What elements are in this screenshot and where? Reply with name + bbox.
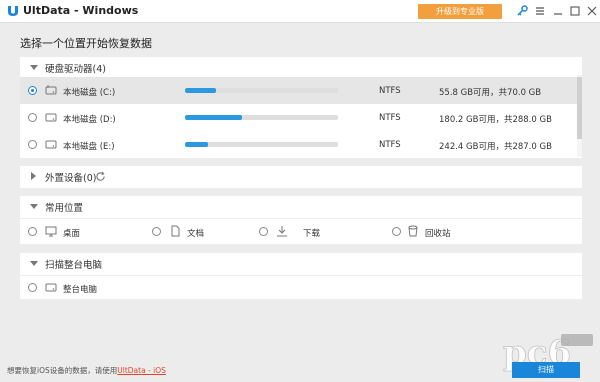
- title-bar: UltData - Windows 升级到专业版: [0, 0, 600, 23]
- disk-filesystem: NTFS: [379, 113, 401, 123]
- close-icon[interactable]: [585, 4, 599, 18]
- disk-filesystem: NTFS: [379, 86, 401, 96]
- footer-hint: 想要恢复iOS设备的数据，请使用UltData - iOS: [7, 365, 166, 376]
- hard-disk-icon: [45, 113, 57, 122]
- common-locations-header[interactable]: 常用位置: [20, 196, 582, 218]
- ios-link[interactable]: UltData - iOS: [117, 366, 166, 375]
- location-label: 下载: [303, 229, 321, 239]
- location-label: 回收站: [425, 229, 451, 239]
- location-label: 整台电脑: [63, 285, 98, 295]
- scrollbar[interactable]: [577, 75, 582, 157]
- section-title: 扫描整台电脑: [45, 260, 103, 271]
- document-icon: [171, 225, 180, 237]
- footer-text: 想要恢复iOS设备的数据，请使用: [7, 366, 118, 375]
- radio-disk-d[interactable]: [28, 113, 37, 122]
- app-title: UltData - Windows: [23, 4, 139, 17]
- scan-button[interactable]: 扫描: [512, 362, 580, 378]
- collapse-arrow-icon[interactable]: [30, 261, 38, 266]
- disk-name: 本地磁盘 (D:): [63, 115, 116, 125]
- disk-name: 本地磁盘 (E:): [63, 142, 115, 152]
- radio-disk-e[interactable]: [28, 140, 37, 149]
- collapse-arrow-icon[interactable]: [30, 65, 38, 70]
- disk-usage-bar: [185, 142, 338, 147]
- monitor-icon: [45, 226, 57, 237]
- download-icon: [277, 226, 287, 237]
- disk-size: 242.4 GB可用，共287.0 GB: [439, 142, 552, 152]
- external-devices-header[interactable]: 外置设备(0): [20, 166, 582, 188]
- minimize-icon[interactable]: [551, 4, 565, 18]
- scan-computer-section: 扫描整台电脑 整台电脑: [20, 253, 582, 299]
- hard-disk-header[interactable]: 硬盘驱动器(4): [20, 57, 582, 79]
- disk-row-c[interactable]: 本地磁盘 (C:) NTFS 55.8 GB可用，共70.0 GB: [20, 77, 577, 104]
- section-title: 外置设备(0): [45, 173, 97, 184]
- app-logo-icon: [8, 6, 18, 16]
- collapse-arrow-icon[interactable]: [30, 204, 38, 209]
- divider: [20, 218, 582, 219]
- key-icon[interactable]: [515, 4, 529, 18]
- hard-disk-icon: [45, 140, 57, 149]
- disk-size: 180.2 GB可用，共288.0 GB: [439, 115, 552, 125]
- refresh-icon[interactable]: [95, 171, 106, 182]
- radio-disk-c[interactable]: [28, 86, 37, 95]
- hard-disk-section: 硬盘驱动器(4) 本地磁盘 (C:) NTFS 55.8 GB可用，共70.0 …: [20, 57, 582, 158]
- external-devices-section: 外置设备(0): [20, 166, 582, 188]
- disk-filesystem: NTFS: [379, 140, 401, 150]
- disk-row-d[interactable]: 本地磁盘 (D:) NTFS 180.2 GB可用，共288.0 GB: [20, 104, 577, 131]
- menu-icon[interactable]: [533, 4, 547, 18]
- upgrade-button[interactable]: 升级到专业版: [418, 4, 502, 19]
- divider: [20, 275, 582, 276]
- section-title: 硬盘驱动器(4): [45, 64, 106, 75]
- location-label: 桌面: [63, 229, 81, 239]
- hard-disk-icon: [45, 283, 57, 292]
- scrollbar-thumb[interactable]: [577, 77, 582, 139]
- recycle-bin-icon: [408, 225, 418, 237]
- hard-disk-icon: [45, 85, 57, 95]
- disk-row-e[interactable]: 本地磁盘 (E:) NTFS 242.4 GB可用，共287.0 GB: [20, 131, 577, 158]
- radio-recycle-bin[interactable]: [392, 227, 401, 236]
- expand-arrow-icon[interactable]: [31, 172, 36, 180]
- common-locations-section: 常用位置 桌面 文档 下载 回收站: [20, 196, 582, 244]
- radio-downloads[interactable]: [259, 227, 268, 236]
- section-title: 常用位置: [45, 203, 84, 214]
- radio-desktop[interactable]: [28, 227, 37, 236]
- disk-usage-bar: [185, 88, 338, 93]
- location-label: 文档: [187, 229, 205, 239]
- radio-documents[interactable]: [152, 227, 161, 236]
- maximize-icon[interactable]: [568, 4, 582, 18]
- radio-whole-computer[interactable]: [28, 283, 37, 292]
- disk-size: 55.8 GB可用，共70.0 GB: [439, 88, 542, 98]
- scan-computer-header[interactable]: 扫描整台电脑: [20, 253, 582, 275]
- disk-usage-bar: [185, 115, 338, 120]
- disk-name: 本地磁盘 (C:): [63, 88, 116, 98]
- page-heading: 选择一个位置开始恢复数据: [20, 37, 152, 50]
